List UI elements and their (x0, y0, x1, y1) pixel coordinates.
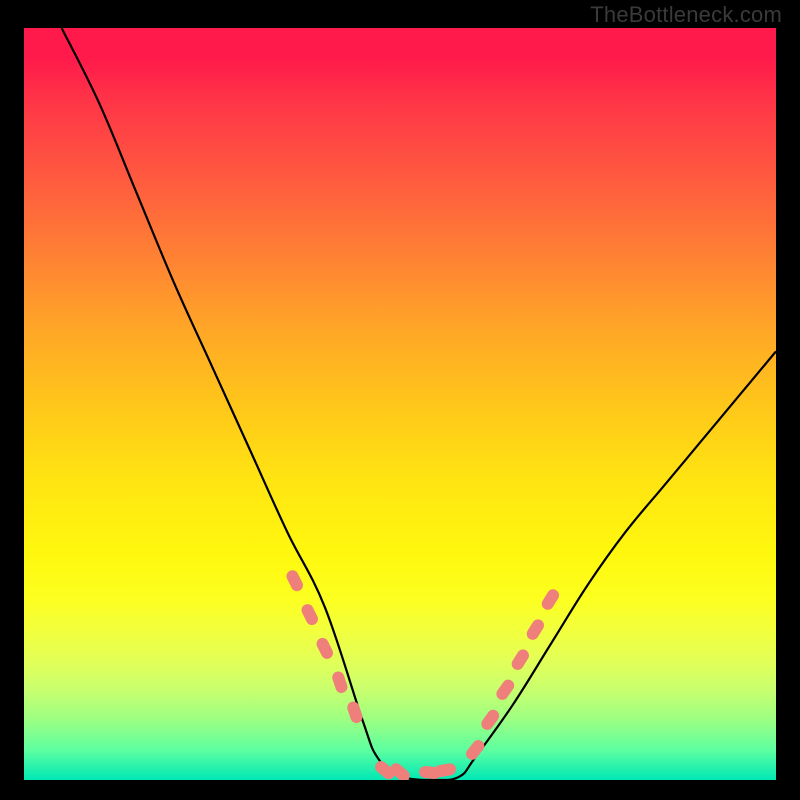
marker-capsule (539, 587, 561, 612)
chart-frame: TheBottleneck.com (0, 0, 800, 800)
marker-capsule (315, 636, 336, 661)
plot-area (24, 28, 776, 780)
marker-capsule (524, 617, 546, 642)
attribution-text: TheBottleneck.com (590, 2, 782, 28)
marker-capsule (284, 568, 305, 593)
marker-capsule (346, 700, 364, 725)
marker-capsule (331, 670, 349, 695)
marker-capsule (299, 602, 320, 627)
marker-capsule (509, 647, 531, 672)
marker-capsule (464, 738, 487, 763)
curve-line (62, 28, 776, 780)
chart-overlay (24, 28, 776, 780)
marker-capsule (433, 762, 457, 777)
marker-capsule (494, 677, 517, 702)
marker-group (284, 568, 561, 780)
marker-capsule (479, 707, 502, 732)
